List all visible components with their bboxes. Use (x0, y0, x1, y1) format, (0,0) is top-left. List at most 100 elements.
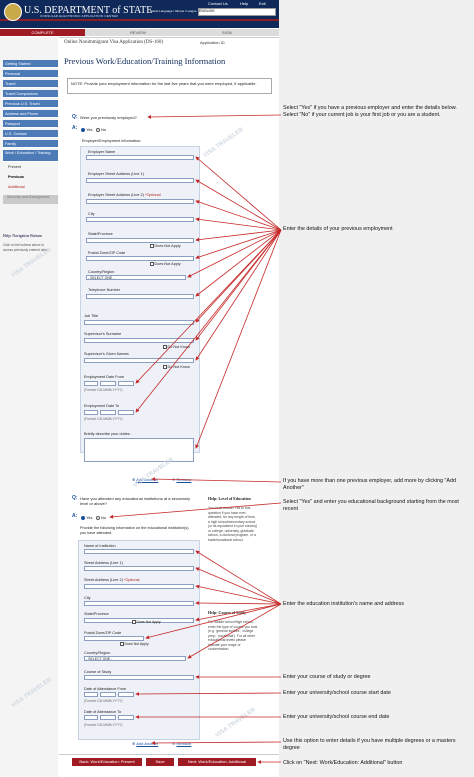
application-id-label: Application ID (200, 40, 225, 45)
supervisor-given-input[interactable] (84, 358, 194, 363)
back-button[interactable]: Back: Work/Education: Present (72, 758, 142, 766)
sidebar-item-us-contact[interactable]: U.S. Contact (3, 130, 58, 138)
employment-to-day[interactable] (84, 410, 98, 415)
employment-to-label: Employment Date To (84, 404, 120, 408)
attend-to-year[interactable] (118, 715, 134, 720)
edu-street1-label: Street Address (Line 1) (84, 561, 123, 565)
arrow-emp-7 (187, 229, 282, 278)
annotation-previous-employment: Select "Yes" if you have a previous empl… (283, 105, 457, 118)
sidebar-sub-additional[interactable]: Additional (8, 185, 25, 189)
language-select[interactable]: ENGLISH (198, 8, 276, 16)
arrow-emp-3 (195, 200, 282, 231)
attend-from-year[interactable] (118, 692, 134, 697)
remove-education-link[interactable]: ⊖ Remove (172, 741, 191, 746)
attend-to-month[interactable] (100, 715, 116, 720)
course-input[interactable] (84, 675, 194, 680)
next-button[interactable]: Next: Work/Education: Additional (178, 758, 256, 766)
employment-to-year[interactable] (118, 410, 134, 415)
sidebar-item-travel[interactable]: Travel (3, 80, 58, 88)
employer-state-input[interactable] (86, 238, 194, 243)
answer-marker: A: (72, 125, 78, 131)
sidebar-item-work-education[interactable]: Work / Education / Training (3, 150, 58, 162)
employer-street2-label: Employer Street Address (Line 2) *Option… (88, 193, 161, 197)
sidebar-item-passport[interactable]: Passport (3, 120, 58, 128)
job-title-input[interactable] (84, 320, 194, 325)
employer-name-label: Employer Name (88, 150, 116, 154)
sidebar (0, 37, 58, 777)
arrow-edu-3 (195, 584, 282, 605)
institution-name-input[interactable] (84, 549, 194, 554)
supervisor-surname-input[interactable] (84, 338, 194, 343)
edu-street2-input[interactable] (84, 584, 194, 589)
sidebar-sub-previous[interactable]: Previous (8, 175, 24, 179)
edu-country-label: Country/Region (84, 651, 111, 655)
employment-to-format: (Format: DD-MMM-YYYY) (84, 417, 123, 421)
attend-to-day[interactable] (84, 715, 98, 720)
q1-text: Were you previously employed? (80, 115, 137, 120)
attend-to-format: (Format: DD-MMM-YYYY) (84, 723, 123, 727)
employer-zip-label: Postal Zone/ZIP Code (88, 251, 126, 255)
help-link[interactable]: Help (240, 1, 248, 6)
employer-street2-input[interactable] (86, 199, 194, 204)
contact-us-link[interactable]: Contact Us (208, 1, 228, 6)
employer-country-select[interactable]: - SELECT ONE - (86, 275, 186, 280)
exit-link[interactable]: Exit (259, 1, 266, 6)
employer-phone-input[interactable] (86, 294, 194, 299)
employer-street1-label: Employer Street Address (Line 1) (88, 172, 144, 176)
header-stripe (0, 19, 279, 21)
employer-zip-dna-checkbox[interactable]: Does Not Apply (150, 262, 181, 266)
sidebar-item-getting-started[interactable]: Getting Started (3, 60, 58, 68)
remove-employer-link[interactable]: ⊖ Remove (172, 477, 191, 482)
save-button[interactable]: Save (146, 758, 174, 766)
sidebar-item-travel-companions[interactable]: Travel Companions (3, 90, 58, 98)
edu-help-title: Help: Course of Study (208, 610, 247, 615)
q1-no-radio[interactable]: No (96, 127, 106, 132)
sidebar-sub-security[interactable]: Security and Background (3, 195, 58, 204)
attend-from-month[interactable] (100, 692, 116, 697)
arrow-emp-11 (195, 229, 282, 361)
q2-no-radio[interactable]: No (96, 515, 106, 520)
employment-from-day[interactable] (84, 381, 98, 386)
supervisor-surname-dnk-checkbox[interactable]: Do Not Know (163, 345, 190, 349)
employer-city-input[interactable] (86, 217, 194, 222)
duties-textarea[interactable] (84, 438, 194, 462)
employer-zip-input[interactable] (86, 256, 194, 261)
watermark: VISA TRAVELER (202, 126, 245, 160)
edu-zip-dna-checkbox[interactable]: Does Not Apply (120, 642, 149, 646)
edu-country-select[interactable]: - SELECT ONE - (84, 656, 186, 661)
q2-text: Have you attended any educational instit… (80, 496, 191, 506)
employment-from-month[interactable] (100, 381, 116, 386)
edu-street2-label: Street Address (Line 2) *Optional (84, 578, 140, 582)
employment-to-month[interactable] (100, 410, 116, 415)
sidebar-item-family[interactable]: Family (3, 140, 58, 148)
edu-state-dna-checkbox[interactable]: Does Not Apply (132, 620, 161, 624)
sidebar-item-previous-us-travel[interactable]: Previous U.S. Travel (3, 100, 58, 108)
sidebar-sub-present[interactable]: Present (8, 165, 21, 169)
employer-street1-input[interactable] (86, 178, 194, 183)
annotation-institution: Enter the education institution's name a… (283, 601, 404, 607)
edu-city-input[interactable] (84, 601, 194, 606)
annotation-course: Enter your course of study or degree (283, 674, 371, 680)
arrow-emp-5 (195, 229, 282, 242)
add-another-education-link[interactable]: ⊕ Add Another (132, 741, 158, 746)
sidebar-item-address-phone[interactable]: Address and Phone (3, 110, 58, 118)
arrow-q1 (147, 114, 282, 119)
attend-from-day[interactable] (84, 692, 98, 697)
supervisor-given-dnk-checkbox[interactable]: Do Not Know (163, 365, 190, 369)
employer-info-label: Employer/Employment Information: (82, 139, 142, 143)
sidebar-item-personal[interactable]: Personal (3, 70, 58, 78)
q1-yes-radio[interactable]: Yes (81, 127, 93, 132)
job-title-label: Job Title (84, 314, 99, 318)
edu-street1-input[interactable] (84, 566, 194, 571)
employer-name-input[interactable] (86, 155, 194, 160)
arrow-emp-9 (195, 229, 282, 323)
edu-zip-input[interactable] (84, 636, 144, 641)
course-label: Course of Study (84, 670, 112, 674)
employer-state-dna-checkbox[interactable]: Does Not Apply (150, 244, 181, 248)
employment-from-year[interactable] (118, 381, 134, 386)
arrow-edu-2 (195, 567, 282, 605)
q2-yes-radio[interactable]: Yes (81, 515, 93, 520)
q2-help-title: Help: Level of Education (208, 496, 251, 501)
supervisor-surname-label: Supervisor's Surname (84, 332, 122, 336)
annotation-add-another-employer: If you have more than one previous emplo… (283, 478, 457, 491)
